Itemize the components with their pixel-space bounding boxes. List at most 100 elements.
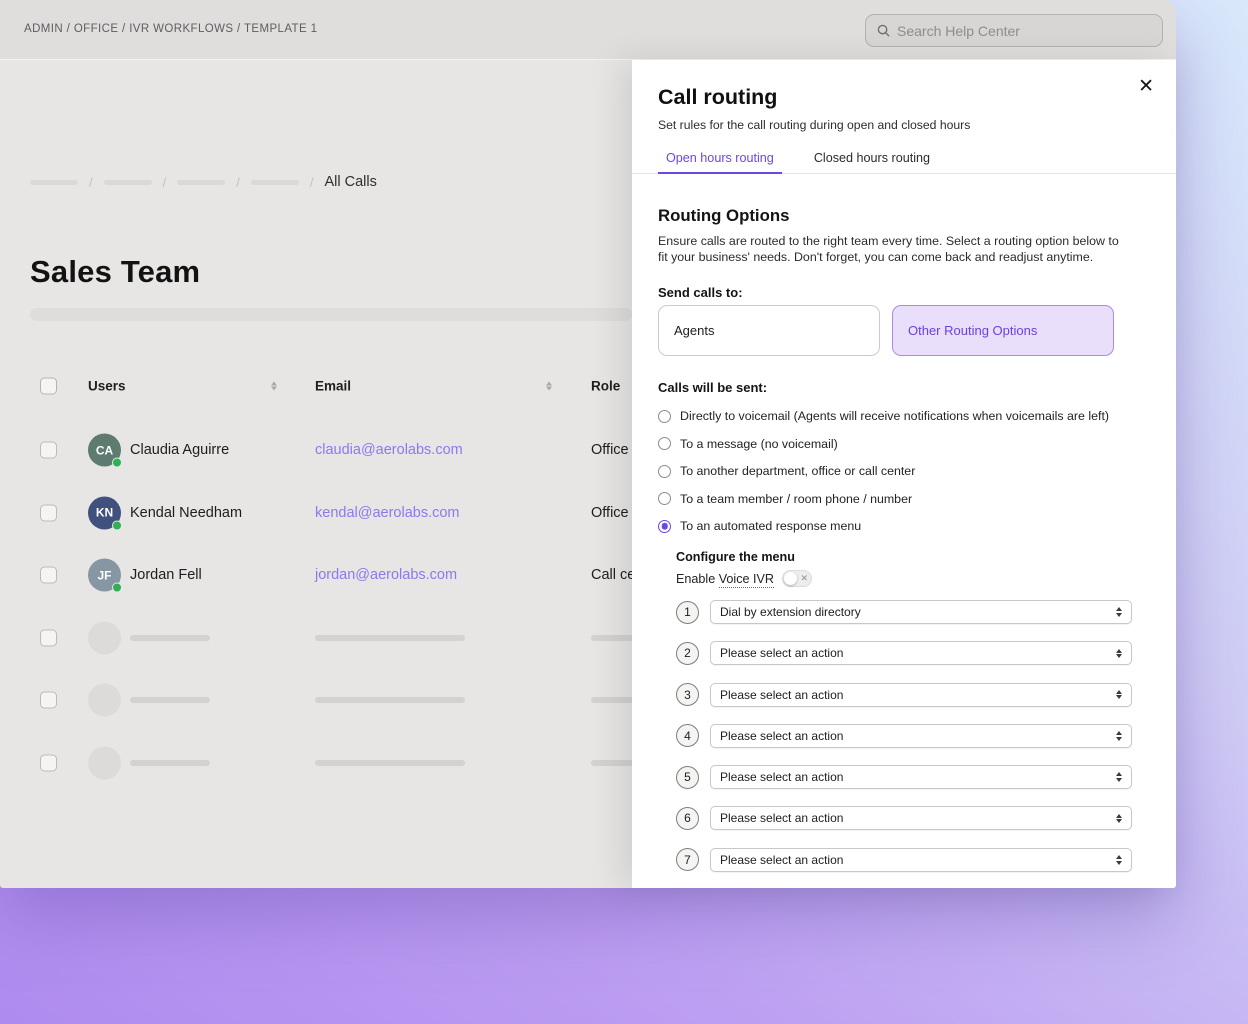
radio-label: Directly to voicemail (Agents will recei… — [680, 409, 1109, 423]
select-value: Please select an action — [720, 853, 843, 867]
radio-option[interactable]: Directly to voicemail (Agents will recei… — [658, 408, 1109, 424]
user-email-link[interactable]: kendal@aerolabs.com — [315, 505, 460, 521]
avatar: JF — [88, 559, 121, 592]
user-name: Kendal Needham — [130, 505, 242, 521]
ivr-menu-row: 4 Please select an action — [676, 724, 1132, 748]
desktop-background: { "colors": { "accent": "#6d46e4", "acce… — [0, 0, 1248, 1024]
select-arrows-icon — [1116, 855, 1122, 865]
user-role: Office — [591, 505, 629, 521]
tab-closed-hours-routing[interactable]: Closed hours routing — [806, 144, 938, 174]
radio-option[interactable]: To an automated response menu — [658, 518, 1109, 534]
row-checkbox[interactable] — [40, 629, 57, 646]
radio-icon[interactable] — [658, 437, 671, 450]
user-email-link[interactable]: jordan@aerolabs.com — [315, 567, 457, 583]
name-placeholder — [130, 697, 210, 703]
enable-voice-ivr-row: Enable Voice IVR ✕ — [676, 570, 812, 587]
help-search[interactable] — [865, 14, 1163, 47]
toggle-knob — [784, 572, 797, 585]
other-routing-options-button[interactable]: Other Routing Options — [892, 305, 1114, 356]
breadcrumb-skeleton: / / / / All Calls — [30, 170, 377, 194]
select-value: Please select an action — [720, 646, 843, 660]
row-checkbox[interactable] — [40, 504, 57, 521]
panel-subtitle: Set rules for the call routing during op… — [658, 118, 970, 132]
row-checkbox[interactable] — [40, 442, 57, 459]
menu-key-badge: 2 — [676, 642, 699, 665]
select-arrows-icon — [1116, 814, 1122, 824]
routing-options-description: Ensure calls are routed to the right tea… — [658, 233, 1128, 265]
table-row-skeleton — [0, 669, 632, 732]
breadcrumb-placeholder — [251, 180, 299, 185]
user-role: Call ce — [591, 567, 635, 583]
voice-ivr-toggle[interactable]: ✕ — [782, 570, 812, 587]
radio-icon[interactable] — [658, 520, 671, 533]
send-options: Agents Other Routing Options — [658, 305, 1114, 356]
tab-open-hours-routing[interactable]: Open hours routing — [658, 144, 782, 174]
close-icon[interactable]: ✕ — [1138, 77, 1154, 96]
app-header: ADMIN / OFFICE / IVR WORKFLOWS / TEMPLAT… — [0, 0, 1176, 60]
row-checkbox[interactable] — [40, 567, 57, 584]
breadcrumb-placeholder — [30, 180, 78, 185]
table-row[interactable]: CA Claudia Aguirre claudia@aerolabs.com … — [0, 419, 632, 482]
table-header: Users Email Role — [0, 368, 632, 404]
avatar-placeholder — [88, 621, 121, 654]
sort-icon[interactable] — [546, 382, 552, 391]
radio-label: To an automated response menu — [680, 519, 861, 533]
column-header-email[interactable]: Email — [315, 379, 351, 394]
column-header-role[interactable]: Role — [591, 379, 620, 394]
select-arrows-icon — [1116, 731, 1122, 741]
menu-action-select[interactable]: Please select an action — [710, 724, 1132, 748]
menu-action-select[interactable]: Please select an action — [710, 806, 1132, 830]
voice-ivr-term[interactable]: Voice IVR — [719, 572, 774, 588]
user-email-link[interactable]: claudia@aerolabs.com — [315, 442, 463, 458]
select-value: Dial by extension directory — [720, 605, 861, 619]
table-row[interactable]: JF Jordan Fell jordan@aerolabs.com Call … — [0, 544, 632, 607]
row-checkbox[interactable] — [40, 754, 57, 771]
table-row-skeleton — [0, 732, 632, 795]
sort-icon[interactable] — [271, 382, 277, 391]
ivr-menu-row: 5 Please select an action — [676, 765, 1132, 789]
menu-action-select[interactable]: Dial by extension directory — [710, 600, 1132, 624]
table-rows: CA Claudia Aguirre claudia@aerolabs.com … — [0, 419, 632, 794]
ivr-menu-row: 6 Please select an action — [676, 806, 1132, 830]
menu-action-select[interactable]: Please select an action — [710, 641, 1132, 665]
calls-sent-options: Directly to voicemail (Agents will recei… — [658, 408, 1109, 546]
menu-key-badge: 4 — [676, 724, 699, 747]
radio-option[interactable]: To another department, office or call ce… — [658, 463, 1109, 479]
avatar: KN — [88, 496, 121, 529]
agents-button[interactable]: Agents — [658, 305, 880, 356]
routing-tabs: Open hours routing Closed hours routing — [632, 144, 1176, 174]
radio-icon[interactable] — [658, 465, 671, 478]
radio-icon[interactable] — [658, 492, 671, 505]
select-all-checkbox[interactable] — [40, 378, 57, 395]
name-placeholder — [130, 760, 210, 766]
row-checkbox[interactable] — [40, 692, 57, 709]
name-placeholder — [130, 635, 210, 641]
role-placeholder — [591, 635, 635, 641]
select-arrows-icon — [1116, 649, 1122, 659]
radio-option[interactable]: To a message (no voicemail) — [658, 436, 1109, 452]
radio-option[interactable]: To a team member / room phone / number — [658, 491, 1109, 507]
email-placeholder — [315, 635, 465, 641]
menu-action-select[interactable]: Please select an action — [710, 683, 1132, 707]
calls-sent-label: Calls will be sent: — [658, 380, 767, 395]
column-header-users[interactable]: Users — [88, 379, 126, 394]
breadcrumb-current: All Calls — [325, 174, 377, 190]
ivr-menu-list: 1 Dial by extension directory 2 Please s… — [676, 600, 1132, 889]
table-row-skeleton — [0, 607, 632, 670]
radio-label: To a team member / room phone / number — [680, 492, 912, 506]
search-icon — [877, 24, 890, 37]
toggle-off-icon: ✕ — [800, 572, 808, 585]
email-placeholder — [315, 697, 465, 703]
page-title: Sales Team — [30, 254, 200, 290]
select-value: Please select an action — [720, 770, 843, 784]
routing-options-heading: Routing Options — [658, 206, 789, 226]
search-input[interactable] — [897, 23, 1151, 39]
breadcrumb-placeholder — [104, 180, 152, 185]
menu-action-select[interactable]: Please select an action — [710, 848, 1132, 872]
ivr-menu-row: 7 Please select an action — [676, 848, 1132, 872]
online-status-dot — [112, 583, 122, 593]
panel-title: Call routing — [658, 85, 777, 110]
menu-action-select[interactable]: Please select an action — [710, 765, 1132, 789]
radio-icon[interactable] — [658, 410, 671, 423]
table-row[interactable]: KN Kendal Needham kendal@aerolabs.com Of… — [0, 482, 632, 545]
